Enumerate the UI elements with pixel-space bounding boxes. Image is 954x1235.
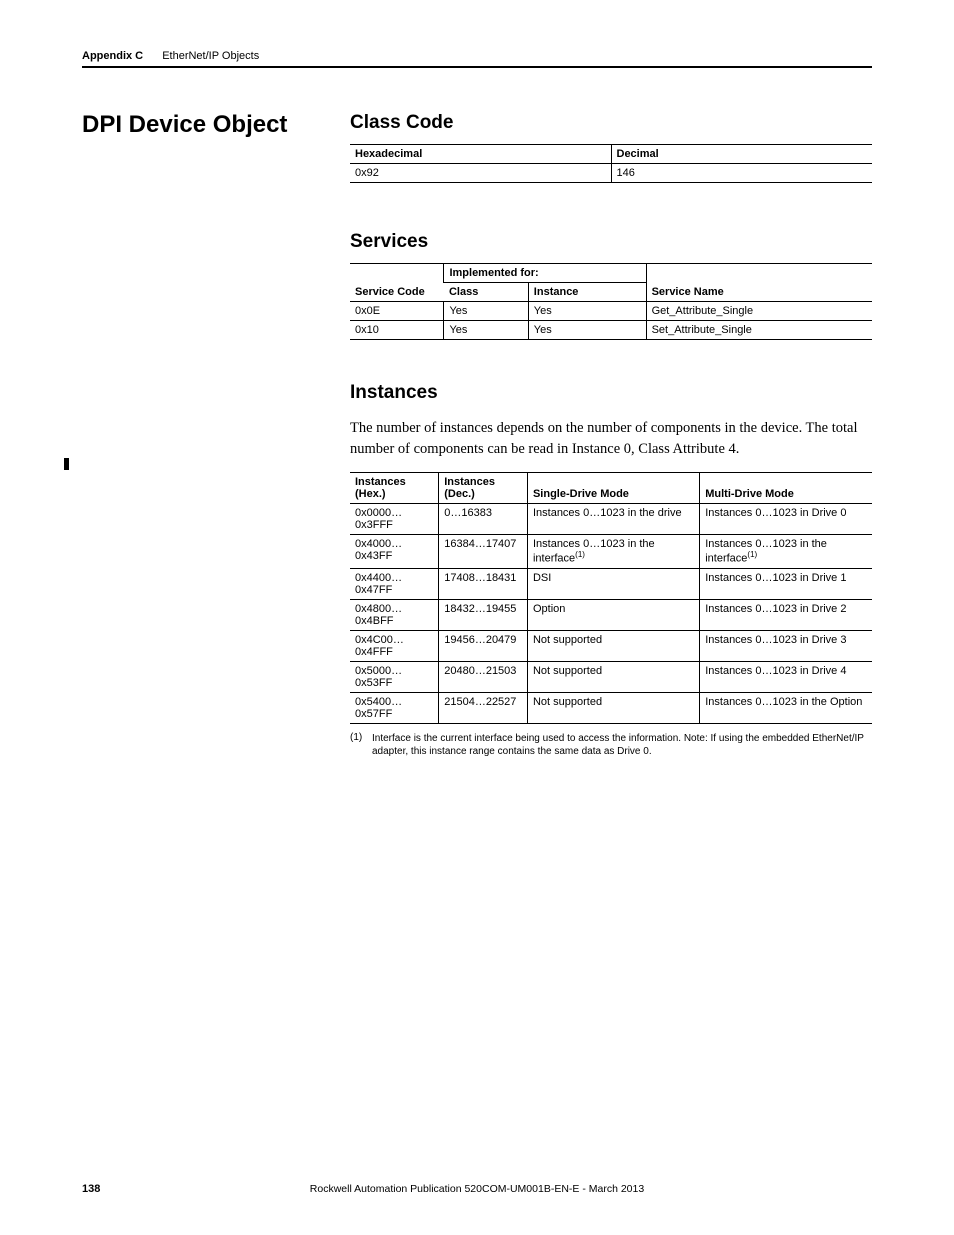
services-head-name: Service Name — [646, 264, 872, 302]
footnote-num: (1) — [350, 732, 372, 759]
page-header: Appendix C EtherNet/IP Objects — [82, 50, 872, 68]
classcode-hex: 0x92 — [350, 164, 611, 183]
table-row: 0x10 Yes Yes Set_Attribute_Single — [350, 321, 872, 340]
table-row: 0x0E Yes Yes Get_Attribute_Single — [350, 302, 872, 321]
classcode-head-hex: Hexadecimal — [350, 145, 611, 164]
instances-head-hex: Instances (Hex.) — [350, 473, 439, 504]
page-footer: 138 Rockwell Automation Publication 520C… — [82, 1183, 872, 1195]
table-row: 0x92 146 — [350, 164, 872, 183]
services-head-class: Class — [444, 283, 528, 302]
instances-head-single: Single-Drive Mode — [527, 473, 699, 504]
instances-table: Instances (Hex.) Instances (Dec.) Single… — [350, 472, 872, 724]
table-row: 0x0000…0x3FFF0…16383Instances 0…1023 in … — [350, 504, 872, 535]
classcode-table: Hexadecimal Decimal 0x92 146 — [350, 144, 872, 183]
footnote-text: Interface is the current interface being… — [372, 732, 872, 759]
classcode-dec: 146 — [611, 164, 872, 183]
table-row: 0x4C00…0x4FFF19456…20479Not supportedIns… — [350, 630, 872, 661]
services-head-instance: Instance — [528, 283, 646, 302]
page-number: 138 — [82, 1183, 282, 1195]
table-row: 0x4400…0x47FF17408…18431DSIInstances 0…1… — [350, 568, 872, 599]
services-head-impl: Implemented for: — [444, 264, 646, 283]
services-heading: Services — [350, 231, 872, 253]
classcode-heading: Class Code — [350, 112, 872, 134]
header-chapter: EtherNet/IP Objects — [162, 50, 259, 62]
section-title: DPI Device Object — [82, 112, 350, 138]
table-row: 0x4800…0x4BFF18432…19455OptionInstances … — [350, 599, 872, 630]
services-table: Service Code Implemented for: Service Na… — [350, 263, 872, 340]
instances-heading: Instances — [350, 382, 872, 404]
footnote: (1) Interface is the current interface b… — [350, 732, 872, 759]
table-row: 0x5000…0x53FF20480…21503Not supportedIns… — [350, 661, 872, 692]
table-row: 0x5400…0x57FF21504…22527Not supportedIns… — [350, 692, 872, 723]
instances-head-multi: Multi-Drive Mode — [700, 473, 872, 504]
instances-head-dec: Instances (Dec.) — [439, 473, 528, 504]
instances-body: The number of instances depends on the n… — [350, 418, 872, 460]
table-row: 0x4000…0x43FF16384…17407Instances 0…1023… — [350, 535, 872, 569]
publication-info: Rockwell Automation Publication 520COM-U… — [282, 1183, 672, 1195]
services-head-code: Service Code — [350, 264, 444, 302]
change-bar-icon — [64, 458, 69, 470]
header-appendix: Appendix C — [82, 50, 143, 62]
classcode-head-dec: Decimal — [611, 145, 872, 164]
